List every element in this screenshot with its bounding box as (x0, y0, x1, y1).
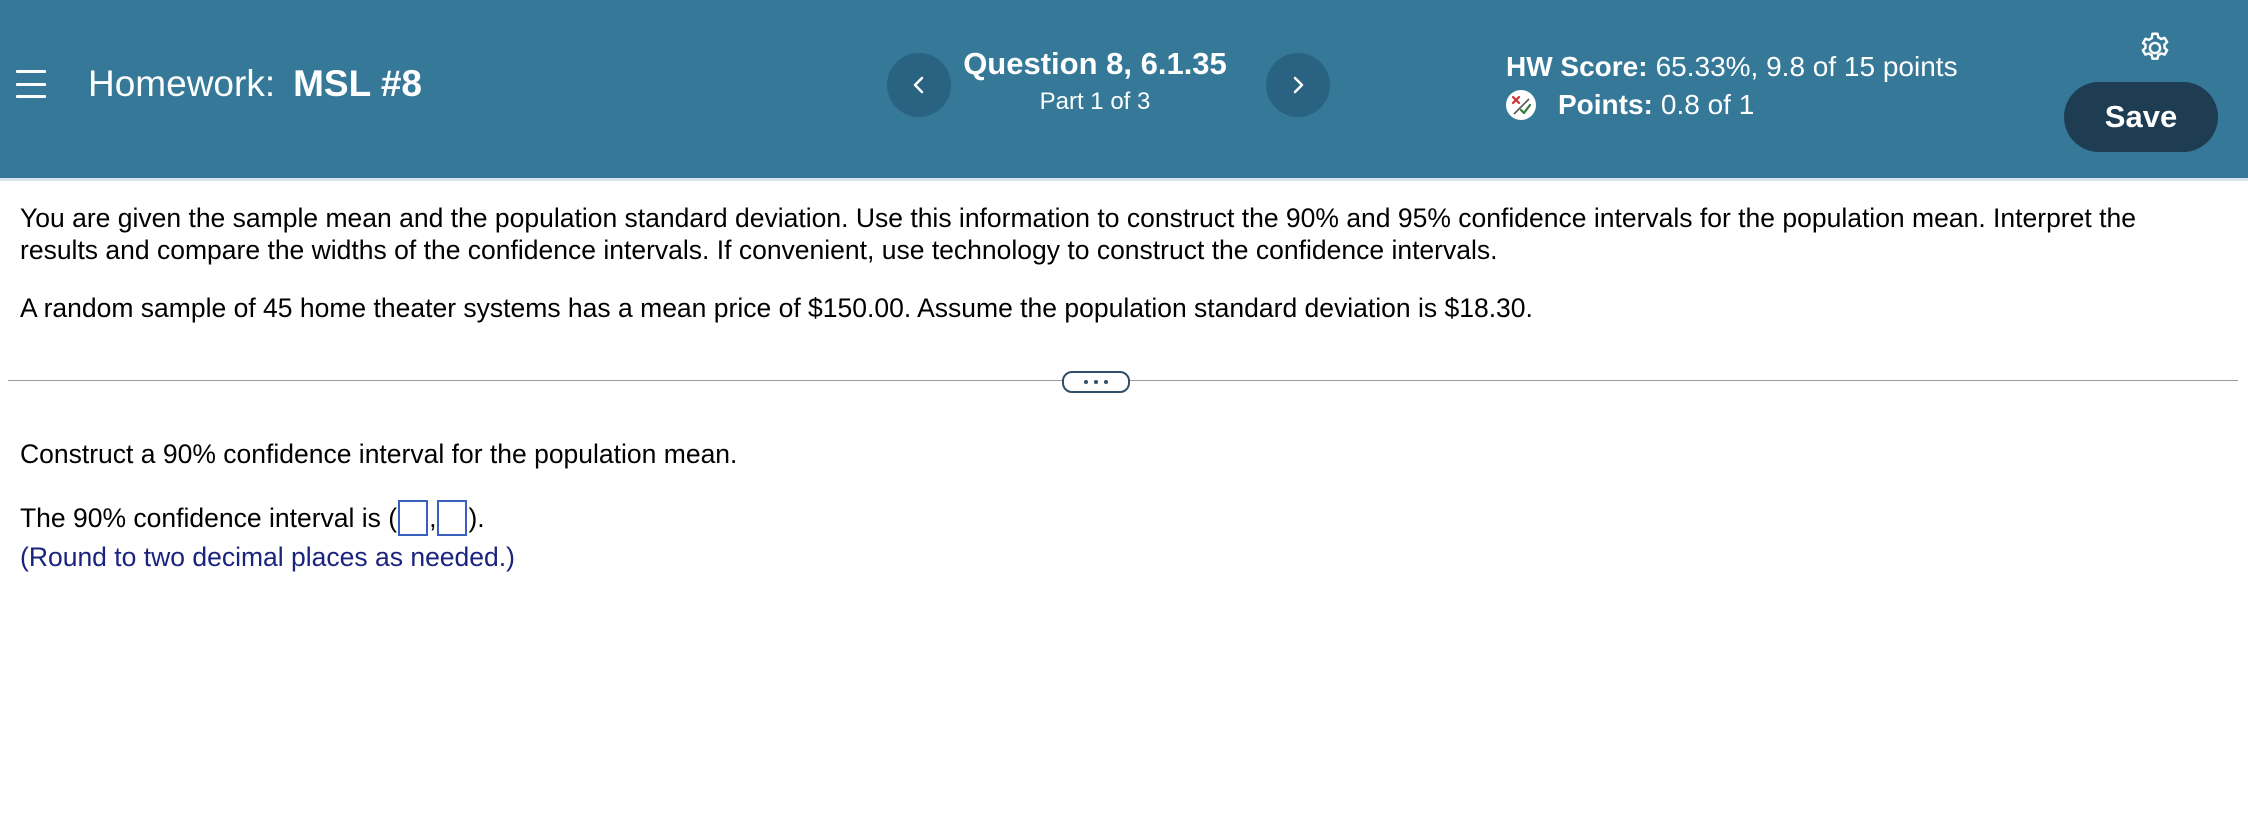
question-title: Question 8, 6.1.35 (963, 46, 1227, 81)
expand-more-button[interactable] (1062, 371, 1130, 393)
top-bar: Homework: MSL #8 Question 8, 6.1.35 Part … (0, 0, 2248, 181)
chevron-right-icon (1293, 76, 1304, 94)
part-prompt: Construct a 90% confidence interval for … (20, 439, 738, 469)
homework-prefix: Homework: (88, 63, 276, 104)
rounding-note: (Round to two decimal places as needed.) (20, 542, 515, 572)
problem-data: A random sample of 45 home theater syste… (20, 293, 1533, 323)
answer-prefix: The 90% confidence interval is ( (20, 503, 398, 533)
question-info: Question 8, 6.1.35 Part 1 of 3 (950, 44, 1240, 118)
hw-score-label: HW Score: (1506, 51, 1648, 82)
menu-icon[interactable] (16, 70, 46, 98)
answer-suffix: ). (468, 503, 485, 533)
next-question-button[interactable] (1266, 53, 1330, 117)
previous-question-button[interactable] (887, 53, 951, 117)
homework-title: Homework: MSL #8 (88, 62, 422, 106)
points-score: Points: 0.8 of 1 (1506, 86, 1958, 124)
homework-name: MSL #8 (293, 63, 422, 104)
points-value: 0.8 of 1 (1660, 89, 1755, 120)
chevron-left-icon (913, 76, 924, 94)
question-part: Part 1 of 3 (1039, 88, 1151, 115)
points-label: Points: (1558, 89, 1653, 120)
score-panel: HW Score: 65.33%, 9.8 of 15 points Point… (1506, 48, 1958, 124)
hw-score-value: 65.33%, 9.8 of 15 points (1655, 51, 1958, 82)
gear-icon[interactable] (2137, 30, 2173, 66)
answer-line: The 90% confidence interval is ( , ). (20, 498, 485, 538)
save-button[interactable]: Save (2064, 82, 2218, 152)
hw-score: HW Score: 65.33%, 9.8 of 15 points (1506, 48, 1958, 86)
answer-separator: , (429, 503, 437, 533)
more-dots-icon (1084, 380, 1088, 384)
partial-credit-icon (1506, 90, 1536, 120)
upper-bound-input[interactable] (437, 500, 468, 536)
problem-instructions: You are given the sample mean and the po… (20, 203, 2136, 265)
lower-bound-input[interactable] (398, 500, 429, 536)
